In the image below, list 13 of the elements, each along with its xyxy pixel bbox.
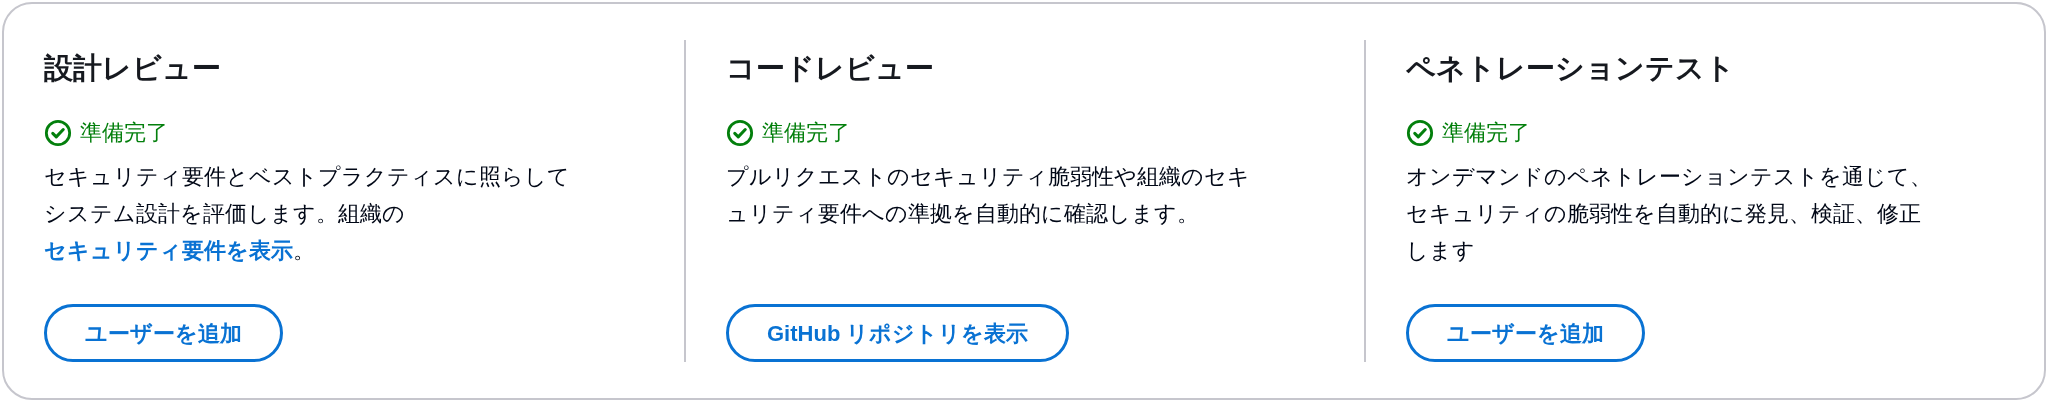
- section-title: コードレビュー: [726, 51, 934, 86]
- section-title: ペネトレーションテスト: [1406, 51, 1735, 86]
- action-button[interactable]: ユーザーを追加: [1406, 304, 1645, 362]
- status-label: 準備完了: [762, 119, 850, 147]
- section-title: 設計レビュー: [44, 51, 221, 86]
- action-button[interactable]: GitHub リポジトリを表示: [726, 304, 1070, 362]
- requirements-link[interactable]: セキュリティ要件を表示: [44, 238, 293, 263]
- description: オンデマンドのペネトレーションテストを通じて、 セキュリティの脆弱性を自動的に発見、検証、修正 します: [1406, 163, 1932, 265]
- action-button[interactable]: ユーザーを追加: [44, 304, 283, 362]
- status-label: 準備完了: [1442, 119, 1530, 147]
- status-label: 準備完了: [80, 119, 168, 147]
- description: プルリクエストのセキュリティ脆弱性や組織のセキ ュリティ要件への準拠を自動的に確認します。: [726, 163, 1250, 228]
- description: セキュリティ要件とベストプラクティスに照らして システム設計を評価します。組織の セキュリティ要件を表示。: [44, 163, 570, 265]
